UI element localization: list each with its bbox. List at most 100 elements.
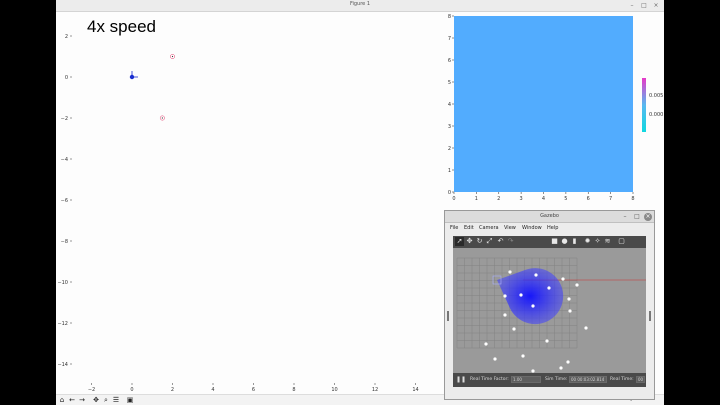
translate-icon[interactable]: ✥ [465, 237, 474, 246]
heatmap-x-tick-label: 7 [609, 196, 612, 202]
redo-icon[interactable]: ↷ [506, 237, 515, 246]
arrow-icon[interactable]: ➚ [455, 237, 464, 246]
obstacle-cylinder [559, 366, 563, 370]
y-tick-label: −4 [61, 157, 68, 163]
obstacle-cylinder [545, 339, 549, 343]
x-tick-label: 8 [292, 387, 295, 393]
x-tick-label: 12 [372, 387, 378, 393]
x-tick-label: 10 [331, 387, 337, 393]
gazebo-window: Gazebo – □ × File Edit Camera View Windo… [444, 210, 655, 400]
real-time-label: Real Time: [610, 377, 634, 382]
laser-scan [497, 268, 564, 325]
y-tick-label: −12 [57, 321, 68, 327]
heatmap-x-tick-label: 6 [587, 196, 590, 202]
menu-edit[interactable]: Edit [464, 225, 474, 231]
obstacle-cylinder [547, 286, 551, 290]
rotate-icon[interactable]: ↻ [475, 237, 484, 246]
heatmap-x-tick-label: 2 [497, 196, 500, 202]
gazebo-toolbar: ➚ ✥ ↻ ⤢ ↶ ↷ ■ ● ▮ ✹ ✧ ≋ ▢ [453, 236, 646, 248]
x-tick-label: 14 [412, 387, 418, 393]
obstacle-cylinder [519, 293, 523, 297]
obstacle-cylinder [531, 304, 535, 308]
obstacle-cylinder [568, 309, 572, 313]
heatmap-y-tick-label: 0 [448, 190, 451, 196]
right-panel-handle[interactable] [649, 311, 651, 321]
heatmap-y-tick-label: 5 [448, 80, 451, 86]
figure-titlebar[interactable]: Figure 1 – □ × [56, 0, 664, 12]
heatmap-x-tick-label: 1 [475, 196, 478, 202]
obstacle-cylinder [561, 277, 565, 281]
maximize-icon[interactable]: □ [640, 2, 648, 10]
sim-time-label: Sim Time: [545, 377, 568, 382]
sphere-icon[interactable]: ● [560, 237, 569, 246]
heatmap-y-tick-label: 1 [448, 168, 451, 174]
menu-view[interactable]: View [504, 225, 516, 231]
minimize-icon[interactable]: – [628, 2, 636, 10]
sim-time-value: 00 00:03:02.814 [569, 376, 607, 383]
menu-file[interactable]: File [450, 225, 458, 231]
obstacle-cylinder [575, 283, 579, 287]
heatmap-y-tick-label: 8 [448, 14, 451, 20]
close-icon[interactable]: × [652, 2, 660, 10]
obstacle-cylinder [567, 297, 571, 301]
zoom-icon[interactable]: ⌕ [102, 396, 110, 404]
menu-window[interactable]: Window [522, 225, 542, 231]
obstacle-cylinder [484, 342, 488, 346]
pause-icon[interactable]: ❚❚ [456, 376, 466, 384]
box-icon[interactable]: ■ [550, 237, 559, 246]
sun-icon[interactable]: ✹ [583, 237, 592, 246]
real-time-value: 00 [636, 376, 645, 383]
cylinder-icon[interactable]: ▮ [570, 237, 579, 246]
heatmap-area [454, 16, 633, 192]
real-time-factor-value: 1.00 [511, 376, 541, 383]
target-center [171, 55, 174, 58]
pan-icon[interactable]: ✥ [92, 396, 100, 404]
colorbar [642, 78, 646, 132]
y-tick-label: −8 [61, 239, 68, 245]
configure-icon[interactable]: ☰ [112, 396, 120, 404]
figure-title: Figure 1 [349, 1, 371, 7]
undo-icon[interactable]: ↶ [496, 237, 505, 246]
gazebo-3d-viewport[interactable] [453, 248, 646, 382]
forward-icon[interactable]: → [78, 396, 86, 404]
back-icon[interactable]: ← [68, 396, 76, 404]
home-icon[interactable]: ⌂ [58, 396, 66, 404]
obstacle-cylinder [584, 326, 588, 330]
scale-icon[interactable]: ⤢ [485, 237, 494, 246]
x-tick-label: 4 [211, 387, 214, 393]
x-tick-label: 6 [252, 387, 255, 393]
y-tick-label: −2 [61, 116, 68, 122]
menu-camera[interactable]: Camera [479, 225, 499, 231]
x-tick-label: 2 [171, 387, 174, 393]
speed-overlay-text: 4x speed [87, 17, 156, 36]
obstacle-cylinder [508, 270, 512, 274]
gazebo-titlebar[interactable]: Gazebo – □ × [445, 211, 654, 223]
heatmap-y-tick-label: 3 [448, 124, 451, 130]
left-panel-handle[interactable] [447, 311, 449, 321]
obstacle-cylinder [521, 354, 525, 358]
obstacle-cylinder [503, 313, 507, 317]
heatmap-x-tick-label: 4 [542, 196, 545, 202]
spot-light-icon[interactable]: ✧ [593, 237, 602, 246]
target-center [161, 117, 163, 119]
obstacle-cylinder [512, 327, 516, 331]
heatmap-x-tick-label: 0 [452, 196, 455, 202]
colorbar-tick-label: 0.000 [649, 112, 663, 118]
y-tick-label: 0 [65, 75, 68, 81]
y-tick-label: −10 [57, 280, 68, 286]
y-tick-label: −6 [61, 198, 68, 204]
x-tick-label: 0 [130, 387, 133, 393]
y-tick-label: −14 [57, 362, 68, 368]
menu-help[interactable]: Help [547, 225, 558, 231]
directional-light-icon[interactable]: ≋ [603, 237, 612, 246]
heatmap-y-tick-label: 4 [448, 102, 451, 108]
minimize-icon[interactable]: – [621, 213, 629, 221]
screenshot-icon[interactable]: ▢ [617, 237, 626, 246]
heatmap-x-tick-label: 8 [631, 196, 634, 202]
desktop: −2 0 2 4 6 8 10 12 14 2 0 −2 −4 −6 −8 −10 −12 −14 0 1 2 3 4 5 6 7… [0, 0, 720, 405]
save-icon[interactable]: ▣ [126, 396, 134, 404]
heatmap-x-tick-label: 3 [520, 196, 523, 202]
maximize-icon[interactable]: □ [633, 213, 641, 221]
close-icon[interactable]: × [644, 213, 652, 221]
gazebo-scene [456, 257, 646, 378]
